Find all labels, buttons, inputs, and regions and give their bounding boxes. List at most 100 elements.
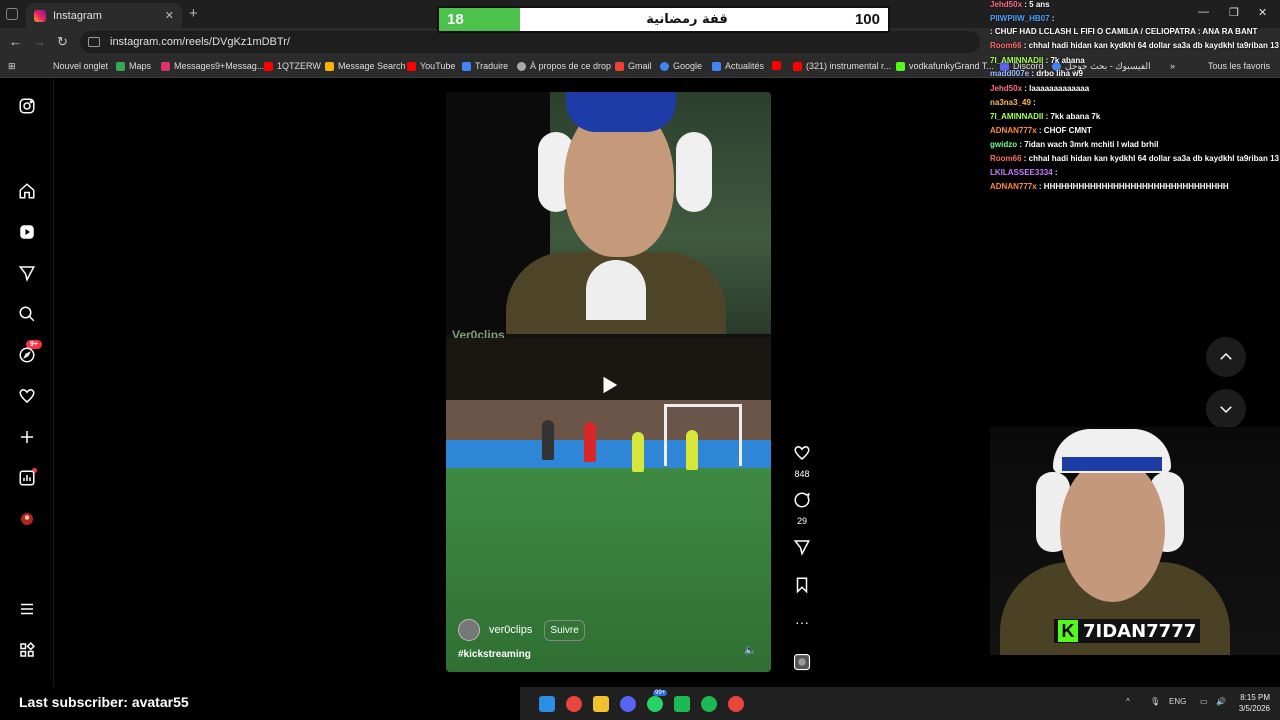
goal-title: قفة رمضانية <box>646 12 728 27</box>
taskbar-clock[interactable]: 8:15 PM 3/5/2026 <box>1228 692 1270 714</box>
file-explorer-icon[interactable] <box>593 696 609 712</box>
youtube-icon <box>407 61 416 71</box>
tray-overflow-icon[interactable]: ^ <box>1126 697 1130 706</box>
goal <box>664 404 742 466</box>
bookmark-label: Maps <box>129 61 152 71</box>
back-icon[interactable]: ← <box>9 34 22 49</box>
profile-avatar[interactable] <box>17 509 37 529</box>
audio-thumbnail[interactable] <box>790 653 814 676</box>
save-button[interactable] <box>790 576 814 599</box>
chat-message: Room66 : chhal hadi hidan kan kydkhl 64 … <box>990 154 1280 163</box>
chat-message: ADNAN777x : HHHHHHHHHHHHHHHHHHHHHHHHHHHH… <box>990 182 1280 191</box>
chat-username[interactable]: LKILASSEE3334 <box>990 168 1053 177</box>
chat-username[interactable]: Jehd50x <box>990 0 1022 9</box>
chat-separator: : <box>1049 14 1055 23</box>
player <box>686 430 698 470</box>
whatsapp-icon[interactable] <box>647 696 663 712</box>
author-avatar[interactable] <box>458 619 480 641</box>
start-icon[interactable] <box>539 696 555 712</box>
youtube-icon <box>793 61 802 71</box>
bookmark-item[interactable]: Gmail <box>615 61 652 71</box>
tab-close-icon[interactable]: ✕ <box>165 9 174 22</box>
bookmark-item[interactable]: Message Search <box>325 61 406 71</box>
more-menu-icon[interactable] <box>17 599 37 619</box>
bookmark-item[interactable]: Nouvel onglet <box>53 61 108 71</box>
headband <box>1062 457 1162 471</box>
chat-text: drbo liha w9 <box>1036 69 1083 78</box>
bookmark-item[interactable]: Maps <box>116 61 151 71</box>
messages-icon[interactable] <box>17 263 37 283</box>
home-icon[interactable] <box>17 181 37 201</box>
forward-icon[interactable]: → <box>33 34 46 49</box>
volume-icon[interactable]: 🔊 <box>1216 697 1226 706</box>
app-icon[interactable] <box>674 696 690 712</box>
tab-search-icon[interactable] <box>6 8 18 20</box>
chat-username[interactable]: Room66 <box>990 41 1022 50</box>
also-from-meta-icon[interactable] <box>17 640 37 660</box>
chrome-active-icon[interactable] <box>728 696 744 712</box>
chat-username[interactable]: 7I_AMINNADII <box>990 56 1043 65</box>
like-button[interactable]: 848 <box>790 444 814 479</box>
create-icon[interactable] <box>17 427 37 447</box>
bookmark-item[interactable]: Messages9+Messag... <box>161 61 264 71</box>
bookmark-item[interactable]: Actualités <box>712 61 764 71</box>
bookmark-item[interactable] <box>772 61 785 70</box>
reel-video[interactable]: Ver0clips ver0clips Suivre #kickstreamin… <box>446 92 771 672</box>
follow-button[interactable]: Suivre <box>544 619 585 641</box>
chat-username[interactable]: 7I_AMINNADII <box>990 112 1043 121</box>
dashboard-icon[interactable] <box>17 468 37 488</box>
chat-username[interactable]: na3na3_49 <box>990 98 1031 107</box>
previous-reel-button[interactable] <box>1206 337 1246 377</box>
share-button[interactable] <box>790 538 814 561</box>
chevron-up-icon <box>1220 352 1232 360</box>
notifications-icon[interactable] <box>17 386 37 406</box>
chat-username[interactable]: gwidzo <box>990 140 1017 149</box>
tab-instagram[interactable]: Instagram ✕ <box>26 3 182 28</box>
chrome-icon[interactable] <box>566 696 582 712</box>
chat-username[interactable]: madd007e <box>990 69 1029 78</box>
chat-username[interactable]: ADNAN777x <box>990 182 1037 191</box>
volume-icon[interactable]: 🔈 <box>744 645 756 656</box>
donation-goal-bar: 18 قفة رمضانية 100 <box>437 6 890 33</box>
search-icon[interactable] <box>17 304 37 324</box>
bookmark-item[interactable]: YouTube <box>407 61 455 71</box>
chat-username[interactable]: Jehd50x <box>990 84 1022 93</box>
more-options-icon[interactable]: ··· <box>790 614 814 630</box>
explore-icon[interactable] <box>17 345 37 365</box>
headphone-right <box>676 132 712 212</box>
reel-hashtag[interactable]: #kickstreaming <box>458 649 531 660</box>
reload-icon[interactable]: ↻ <box>57 34 68 50</box>
bookmark-item[interactable]: Traduire <box>462 61 508 71</box>
chat-username[interactable]: Room66 <box>990 154 1022 163</box>
reels-icon[interactable] <box>17 222 37 242</box>
next-reel-button[interactable] <box>1206 389 1246 429</box>
youtube-icon <box>264 61 273 71</box>
author-username[interactable]: ver0clips <box>489 624 532 636</box>
bookmark-item[interactable]: vodkafunkyGrand T... <box>896 61 994 71</box>
bookmark-item[interactable]: (321) instrumental r... <box>793 61 891 71</box>
bookmark-item[interactable]: Google <box>660 61 702 71</box>
streamer-head <box>1060 457 1165 602</box>
reel-author: ver0clips Suivre <box>458 619 585 641</box>
streamer-name: 7IDAN7777 <box>1083 620 1197 642</box>
discord-icon[interactable] <box>620 696 636 712</box>
microphone-icon[interactable]: 🎙 <box>1150 697 1160 706</box>
new-tab-icon[interactable]: + <box>189 5 198 22</box>
chat-username[interactable]: ADNAN777x <box>990 126 1037 135</box>
spotify-icon[interactable] <box>701 696 717 712</box>
chat-username[interactable]: PIIWPIIW_HB07 <box>990 14 1050 23</box>
site-info-icon[interactable] <box>88 37 100 47</box>
bookmark-item[interactable]: À propos de ce drop <box>517 61 611 71</box>
language-indicator[interactable]: ENG <box>1169 697 1186 706</box>
bookmark-item[interactable]: 1QTZERW <box>264 61 321 71</box>
network-icon[interactable]: ▭ <box>1200 697 1208 706</box>
chat-text: chhal hadi hidan kan kydkhl 64 dollar sa… <box>1028 154 1280 163</box>
apps-grid-icon[interactable]: ⊞ <box>8 61 16 72</box>
comment-button[interactable]: 29 <box>790 491 814 526</box>
url-field[interactable]: instagram.com/reels/DVgKz1mDBTr/ <box>80 31 980 53</box>
kick-icon <box>896 61 905 71</box>
goal-target: 100 <box>854 11 880 28</box>
chart-icon <box>325 61 334 71</box>
play-icon[interactable] <box>598 374 620 396</box>
instagram-logo-icon[interactable] <box>17 96 37 116</box>
